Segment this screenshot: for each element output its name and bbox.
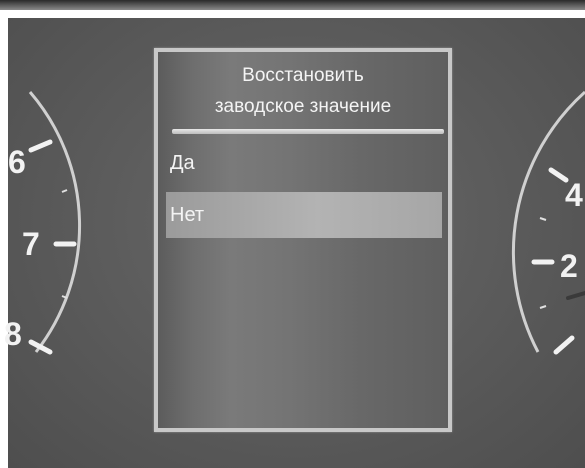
right-gauge-minor-tick bbox=[539, 305, 547, 309]
option-yes[interactable]: Да bbox=[166, 140, 442, 186]
dialog-title-line: Восстановить bbox=[242, 65, 364, 86]
left-gauge-label: 6 bbox=[8, 144, 26, 180]
option-yes-label: Да bbox=[170, 152, 195, 174]
left-gauge-label: 8 bbox=[4, 316, 22, 352]
right-gauge-label: 4 bbox=[565, 177, 583, 213]
dialog-title-line: заводское значение bbox=[214, 96, 392, 117]
center-display: Восстановить заводское значение Да Нет bbox=[154, 48, 452, 432]
right-gauge-tick bbox=[553, 335, 575, 355]
right-gauge-minor-tick bbox=[539, 217, 547, 221]
option-no-label: Нет bbox=[170, 204, 205, 226]
left-gauge-arc bbox=[28, 91, 82, 353]
left-gauge-label: 7 bbox=[22, 226, 40, 262]
left-gauge: 6 7 8 bbox=[4, 91, 82, 355]
instrument-cluster: 6 7 8 4 2 Восстановить заводское значени… bbox=[0, 0, 585, 468]
right-gauge-needle bbox=[566, 291, 585, 300]
option-no[interactable]: Нет bbox=[166, 192, 442, 238]
right-gauge-arc bbox=[511, 90, 585, 353]
left-gauge-minor-tick bbox=[61, 189, 68, 193]
left-gauge-tick bbox=[28, 139, 53, 153]
title-divider bbox=[172, 129, 444, 134]
right-gauge-label: 2 bbox=[560, 248, 578, 284]
right-gauge-tick bbox=[548, 167, 569, 183]
dialog-title: Восстановить заводское значение bbox=[158, 60, 448, 122]
right-gauge: 4 2 bbox=[511, 90, 585, 355]
